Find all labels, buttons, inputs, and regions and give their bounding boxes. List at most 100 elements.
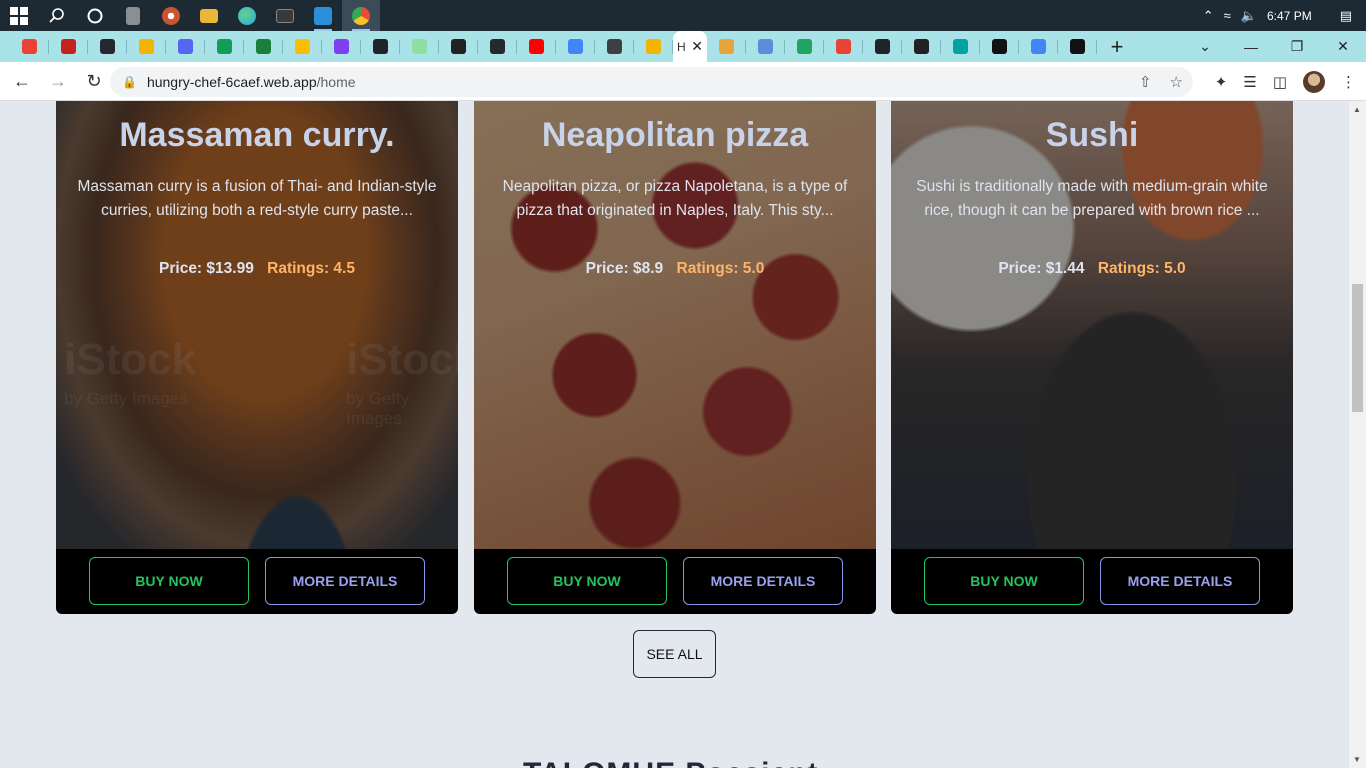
sheets-tab-icon (256, 39, 271, 54)
media-player-icon[interactable] (152, 0, 190, 31)
section-heading: TALOMUE Pocsient (523, 757, 818, 768)
browser-tab[interactable] (127, 31, 166, 62)
browser-tab[interactable] (1019, 31, 1058, 62)
card-meta: Price: $1.44 Ratings: 5.0 (891, 260, 1293, 278)
chevron-up-icon[interactable]: ⌃ (1203, 8, 1214, 24)
drive-tab-icon (797, 39, 812, 54)
kebab-menu-icon[interactable]: ⋮ (1341, 73, 1356, 91)
card-title: Neapolitan pizza (541, 116, 809, 154)
clock-time[interactable]: 6:47 PM (1267, 9, 1312, 23)
calculator-icon[interactable] (114, 0, 152, 31)
browser-tab[interactable] (439, 31, 478, 62)
more-details-button[interactable]: MORE DETAILS (683, 557, 843, 605)
notification-icon[interactable]: ▤ (1340, 8, 1352, 24)
browser-tab[interactable] (785, 31, 824, 62)
feather-tab-icon (719, 39, 734, 54)
globe-tab-icon (914, 39, 929, 54)
reload-icon[interactable]: ↻ (78, 65, 110, 97)
card-description: Neapolitan pizza, or pizza Napoletana, i… (502, 178, 848, 219)
share-icon[interactable]: ⇧ (1139, 73, 1152, 91)
slides-tab-icon (295, 39, 310, 54)
browser-tab[interactable] (634, 31, 673, 62)
profile-avatar[interactable] (1303, 70, 1325, 93)
card-rating: Ratings: 5.0 (1097, 260, 1186, 277)
browser-tab[interactable] (980, 31, 1019, 62)
image-overlay (891, 101, 1293, 549)
volume-icon[interactable]: 🔈 (1241, 8, 1257, 24)
close-tab-icon[interactable]: ✕ (691, 38, 703, 55)
see-all-button[interactable]: SEE ALL (633, 630, 716, 678)
cortana-icon[interactable] (76, 0, 114, 31)
page-viewport: iStock iStock by Getty Images by Getty I… (0, 101, 1349, 768)
card-price: Price: $1.44 (998, 260, 1085, 277)
food-card: Sushi Sushi is traditionally made with m… (891, 101, 1293, 614)
search-icon[interactable] (38, 0, 76, 31)
windows-start-icon[interactable] (0, 0, 38, 31)
file-explorer-icon[interactable] (190, 0, 228, 31)
browser-tab[interactable] (746, 31, 785, 62)
more-details-button[interactable]: MORE DETAILS (265, 557, 425, 605)
google-tab-icon (568, 39, 583, 54)
address-bar[interactable]: 🔒 hungry-chef-6caef.web.app/home ⇧ ☆ (110, 67, 1193, 97)
edge-icon[interactable] (228, 0, 266, 31)
browser-tab[interactable] (283, 31, 322, 62)
scrollbar-thumb[interactable] (1352, 284, 1363, 412)
github-tab-icon (490, 39, 505, 54)
browser-tab[interactable] (517, 31, 556, 62)
more-details-button[interactable]: MORE DETAILS (1100, 557, 1260, 605)
browser-tab[interactable] (707, 31, 746, 62)
browser-tab[interactable] (556, 31, 595, 62)
page-scrollbar[interactable]: ▲ ▼ (1349, 101, 1366, 768)
browser-tab[interactable] (941, 31, 980, 62)
lvl-tab-icon (758, 39, 773, 54)
browser-tab[interactable] (902, 31, 941, 62)
browser-tab[interactable] (166, 31, 205, 62)
browser-tab[interactable] (88, 31, 127, 62)
card-price: Price: $13.99 (159, 260, 254, 277)
vscode-icon[interactable] (304, 0, 342, 31)
media-queue-icon[interactable]: ☰ (1243, 73, 1256, 91)
tab-hungry-chef[interactable]: H ✕ (673, 31, 707, 62)
extensions-puzzle-icon[interactable]: ✦ (1215, 73, 1228, 91)
restore-icon[interactable]: ❐ (1274, 38, 1320, 55)
browser-tab[interactable] (10, 31, 49, 62)
active-tab-label: H (677, 39, 686, 54)
wifi-icon[interactable]: ≈ (1224, 8, 1231, 23)
browser-tab[interactable] (244, 31, 283, 62)
bookmark-star-icon[interactable]: ☆ (1170, 73, 1183, 91)
scroll-up-arrow-icon[interactable]: ▲ (1353, 105, 1361, 114)
buy-now-button[interactable]: BUY NOW (89, 557, 249, 605)
browser-tab[interactable] (1058, 31, 1097, 62)
browser-tab[interactable] (863, 31, 902, 62)
buy-now-button[interactable]: BUY NOW (507, 557, 667, 605)
browser-tab[interactable] (322, 31, 361, 62)
browser-tab[interactable] (205, 31, 244, 62)
image-overlay (56, 101, 458, 549)
scroll-down-arrow-icon[interactable]: ▼ (1353, 755, 1361, 764)
card-meta: Price: $8.9 Ratings: 5.0 (474, 260, 876, 278)
back-arrow-icon[interactable]: ← (6, 65, 38, 97)
new-tab-button[interactable]: + (1097, 31, 1137, 62)
sheets-tab-icon (217, 39, 232, 54)
browser-tab[interactable] (595, 31, 634, 62)
terminal-icon[interactable] (266, 0, 304, 31)
window-controls: ⌄ — ❐ ✕ (1182, 31, 1366, 62)
browser-tab[interactable] (361, 31, 400, 62)
side-panel-icon[interactable]: ◫ (1273, 73, 1287, 91)
chrome-icon[interactable] (342, 0, 380, 31)
tab-search-icon[interactable]: ⌄ (1182, 38, 1228, 55)
minimize-icon[interactable]: — (1228, 39, 1274, 55)
diamond-tab-icon (953, 39, 968, 54)
browser-tab[interactable] (49, 31, 88, 62)
card-description: Sushi is traditionally made with medium-… (916, 178, 1268, 219)
buy-now-button[interactable]: BUY NOW (924, 557, 1084, 605)
lock-icon[interactable]: 🔒 (122, 75, 137, 89)
browser-tab[interactable] (400, 31, 439, 62)
close-window-icon[interactable]: ✕ (1320, 38, 1366, 55)
browser-tab[interactable] (824, 31, 863, 62)
card-meta: Price: $13.99 Ratings: 4.5 (56, 260, 458, 278)
forward-arrow-icon[interactable]: → (42, 65, 74, 97)
card-rating: Ratings: 4.5 (267, 260, 355, 277)
card-description: Massaman curry is a fusion of Thai- and … (77, 178, 437, 219)
browser-tab[interactable] (478, 31, 517, 62)
